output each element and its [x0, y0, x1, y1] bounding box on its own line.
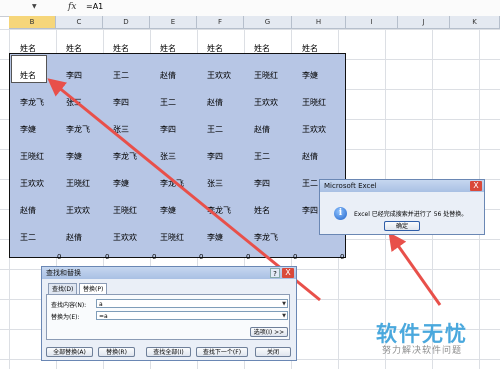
find-label: 查找内容(N): — [51, 302, 87, 309]
find-input-value: a — [99, 301, 103, 308]
chevron-down-icon[interactable]: ▼ — [282, 312, 286, 321]
chevron-down-icon[interactable]: ▼ — [282, 300, 286, 309]
dialog-close-button[interactable]: X — [282, 268, 294, 278]
info-icon: i — [334, 207, 347, 220]
options-button[interactable]: 选项(I) >> — [250, 327, 288, 337]
find-replace-dialog: 查找和替换 ? X 查找(D) 替换(P) 查找内容(N): a ▼ 替换为(E… — [41, 266, 297, 361]
message-box-title: Microsoft Excel — [320, 180, 484, 192]
ok-button[interactable]: 确定 — [384, 221, 420, 231]
replace-input-value: =a — [99, 313, 108, 320]
help-button[interactable]: ? — [270, 268, 280, 278]
message-box: Microsoft Excel X i Excel 已经完成搜索并进行了 56 … — [319, 179, 485, 235]
dialog-title: 查找和替换 — [42, 267, 296, 279]
message-text: Excel 已经完成搜索并进行了 56 处替换。 — [354, 211, 468, 218]
replace-button[interactable]: 替换(R) — [98, 347, 135, 357]
replace-panel: 查找内容(N): a ▼ 替换为(E): =a ▼ 选项(I) >> — [46, 294, 290, 340]
find-next-button[interactable]: 查找下一个(F) — [196, 347, 248, 357]
find-all-button[interactable]: 查找全部(I) — [146, 347, 191, 357]
message-box-close-button[interactable]: X — [470, 181, 482, 191]
replace-all-button[interactable]: 全部替换(A) — [46, 347, 93, 357]
watermark-tagline: 努力解决软件问题 — [382, 346, 463, 356]
replace-input[interactable]: =a ▼ — [96, 311, 288, 320]
find-input[interactable]: a ▼ — [96, 299, 288, 308]
close-button[interactable]: 关闭 — [255, 347, 291, 357]
replace-label: 替换为(E): — [51, 314, 80, 321]
arrow-to-message-box — [388, 232, 442, 306]
